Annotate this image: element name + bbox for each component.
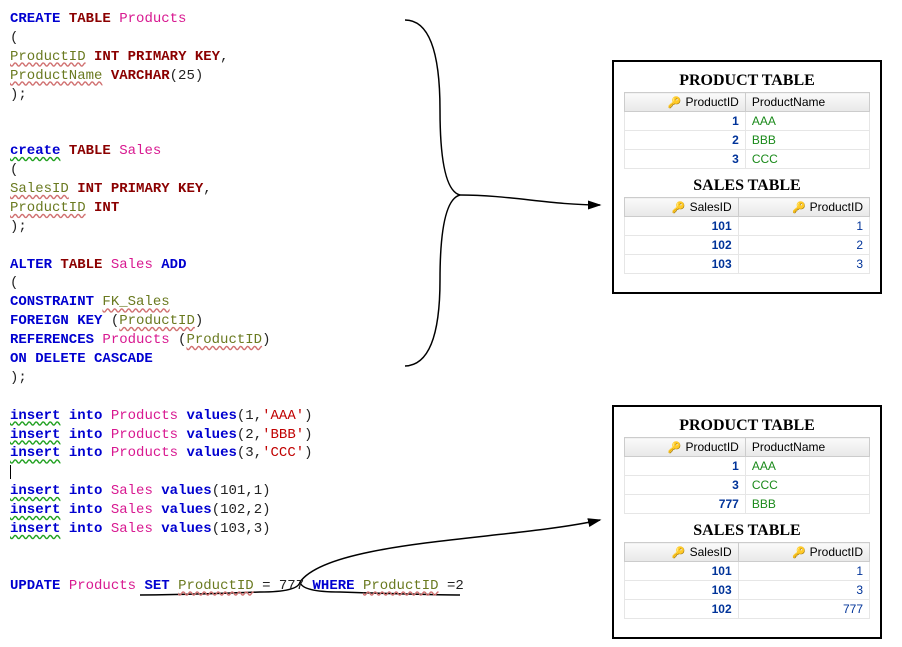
product-table-before: 🔑ProductID ProductName 1AAA 2BBB 3CCC — [624, 92, 870, 169]
result-panel-after: PRODUCT TABLE 🔑ProductID ProductName 1AA… — [612, 405, 882, 639]
result-panel-before: PRODUCT TABLE 🔑ProductID ProductName 1AA… — [612, 60, 882, 294]
key-icon: 🔑 — [672, 201, 686, 214]
key-icon: 🔑 — [668, 96, 682, 109]
key-icon: 🔑 — [672, 546, 686, 559]
product-table-after: 🔑ProductID ProductName 1AAA 3CCC 777BBB — [624, 437, 870, 514]
key-icon: 🔑 — [792, 201, 806, 214]
sales-table-title: SALES TABLE — [624, 522, 870, 540]
key-icon: 🔑 — [668, 441, 682, 454]
sales-table-before: 🔑SalesID 🔑ProductID 1011 1022 1033 — [624, 197, 870, 274]
sql-code-block: CREATE TABLE Products ( ProductID INT PR… — [10, 10, 570, 596]
sales-table-title: SALES TABLE — [624, 177, 870, 195]
key-icon: 🔑 — [792, 546, 806, 559]
product-table-title: PRODUCT TABLE — [624, 417, 870, 435]
product-table-title: PRODUCT TABLE — [624, 72, 870, 90]
sales-table-after: 🔑SalesID 🔑ProductID 1011 1033 102777 — [624, 542, 870, 619]
